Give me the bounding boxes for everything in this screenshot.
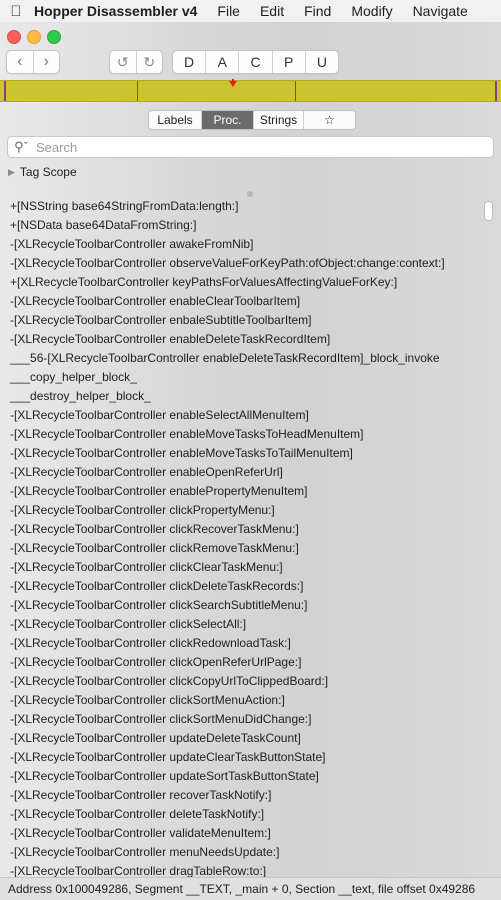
- tab-bookmarks[interactable]: ☆: [304, 111, 355, 129]
- procedure-list: +[NSString base64StringFromData:length:]…: [0, 197, 478, 877]
- close-window-button[interactable]: [7, 30, 21, 44]
- title-bar: ‹ › ↺ ↻ D A C P U: [0, 22, 501, 102]
- mode-code-button[interactable]: C: [239, 51, 273, 73]
- scrollbar-thumb[interactable]: [484, 201, 493, 221]
- procedure-list-item[interactable]: -[XLRecycleToolbarController enableDelet…: [0, 330, 478, 349]
- main-window: ‹ › ↺ ↻ D A C P U Labels Proc. Strings ☆: [0, 22, 501, 900]
- procedure-list-item[interactable]: ___destroy_helper_block_: [0, 387, 478, 406]
- forward-button[interactable]: ›: [34, 51, 60, 73]
- procedure-list-item[interactable]: +[NSString base64StringFromData:length:]: [0, 197, 478, 216]
- menu-bar:  Hopper Disassembler v4 File Edit Find …: [0, 0, 501, 23]
- undo-button[interactable]: ↺: [110, 51, 137, 73]
- sidebar-view-selector: Labels Proc. Strings ☆: [148, 110, 356, 130]
- redo-button[interactable]: ↻: [137, 51, 163, 73]
- procedure-list-item[interactable]: -[XLRecycleToolbarController clickSortMe…: [0, 710, 478, 729]
- mode-data-button[interactable]: D: [173, 51, 207, 73]
- procedure-list-item[interactable]: -[XLRecycleToolbarController menuNeedsUp…: [0, 843, 478, 862]
- procedure-list-item[interactable]: -[XLRecycleToolbarController enableSelec…: [0, 406, 478, 425]
- procedure-list-item[interactable]: +[XLRecycleToolbarController keyPathsFor…: [0, 273, 478, 292]
- minimize-window-button[interactable]: [27, 30, 41, 44]
- procedure-list-item[interactable]: -[XLRecycleToolbarController enableOpenR…: [0, 463, 478, 482]
- procedure-list-item[interactable]: -[XLRecycleToolbarController updateSortT…: [0, 767, 478, 786]
- procedure-list-item[interactable]: -[XLRecycleToolbarController deleteTaskN…: [0, 805, 478, 824]
- procedure-list-item[interactable]: -[XLRecycleToolbarController clickRemove…: [0, 539, 478, 558]
- zoom-window-button[interactable]: [47, 30, 61, 44]
- procedure-list-item[interactable]: -[XLRecycleToolbarController enableClear…: [0, 292, 478, 311]
- procedure-list-item[interactable]: -[XLRecycleToolbarController clickClearT…: [0, 558, 478, 577]
- apple-icon[interactable]: : [0, 3, 32, 20]
- procedure-list-item[interactable]: -[XLRecycleToolbarController clickOpenRe…: [0, 653, 478, 672]
- procedure-list-item[interactable]: -[XLRecycleToolbarController clickCopyUr…: [0, 672, 478, 691]
- procedure-list-item[interactable]: -[XLRecycleToolbarController validateMen…: [0, 824, 478, 843]
- strip-mark: [495, 81, 497, 101]
- undo-icon: ↺: [116, 53, 129, 70]
- procedure-list-item[interactable]: -[XLRecycleToolbarController clickSelect…: [0, 615, 478, 634]
- procedure-list-item[interactable]: ___copy_helper_block_: [0, 368, 478, 387]
- procedure-list-item[interactable]: -[XLRecycleToolbarController clickRecove…: [0, 520, 478, 539]
- navigation-buttons: ‹ ›: [6, 50, 60, 74]
- segment-navigation-strip[interactable]: [0, 79, 501, 102]
- strip-mark: [295, 81, 296, 101]
- procedure-list-item[interactable]: -[XLRecycleToolbarController observeValu…: [0, 254, 478, 273]
- procedure-list-item[interactable]: +[NSData base64DataFromString:]: [0, 216, 478, 235]
- strip-mark: [137, 81, 138, 101]
- mode-procedure-button[interactable]: P: [273, 51, 306, 73]
- disclosure-triangle-icon[interactable]: ▶: [8, 167, 15, 178]
- search-input[interactable]: [34, 138, 493, 156]
- display-mode-buttons: D A C P U: [172, 50, 339, 74]
- procedure-list-item[interactable]: -[XLRecycleToolbarController clickProper…: [0, 501, 478, 520]
- star-icon: ☆: [324, 113, 335, 127]
- search-field: ⚲ˇ: [7, 136, 494, 158]
- tab-strings[interactable]: Strings: [254, 111, 304, 129]
- procedure-list-item[interactable]: -[XLRecycleToolbarController awakeFromNi…: [0, 235, 478, 254]
- mode-ascii-button[interactable]: A: [206, 51, 240, 73]
- procedure-list-item[interactable]: -[XLRecycleToolbarController updateDelet…: [0, 729, 478, 748]
- chevron-right-icon: ›: [43, 53, 49, 70]
- procedure-list-item[interactable]: -[XLRecycleToolbarController enableMoveT…: [0, 425, 478, 444]
- undo-redo-buttons: ↺ ↻: [109, 50, 163, 74]
- menu-app-name[interactable]: Hopper Disassembler v4: [34, 3, 197, 19]
- procedure-list-item[interactable]: ___56-[XLRecycleToolbarController enable…: [0, 349, 478, 368]
- tab-labels[interactable]: Labels: [149, 111, 202, 129]
- procedure-list-item[interactable]: -[XLRecycleToolbarController enbaleSubti…: [0, 311, 478, 330]
- procedure-list-item[interactable]: -[XLRecycleToolbarController clickSortMe…: [0, 691, 478, 710]
- procedure-list-item[interactable]: -[XLRecycleToolbarController clickSearch…: [0, 596, 478, 615]
- tab-procedures[interactable]: Proc.: [202, 111, 254, 129]
- tag-scope-row[interactable]: ▶ Tag Scope: [8, 165, 77, 179]
- cursor-position-marker-icon: [229, 81, 237, 87]
- redo-icon: ↻: [143, 53, 156, 70]
- status-text: Address 0x100049286, Segment __TEXT, _ma…: [8, 882, 476, 896]
- procedure-list-item[interactable]: -[XLRecycleToolbarController enablePrope…: [0, 482, 478, 501]
- mode-undefined-button[interactable]: U: [306, 51, 338, 73]
- procedure-list-item[interactable]: -[XLRecycleToolbarController clickRedown…: [0, 634, 478, 653]
- chevron-left-icon: ‹: [17, 53, 23, 70]
- procedure-list-item[interactable]: -[XLRecycleToolbarController clickDelete…: [0, 577, 478, 596]
- tag-scope-label: Tag Scope: [19, 165, 77, 179]
- menu-find[interactable]: Find: [304, 3, 331, 19]
- procedure-list-item[interactable]: -[XLRecycleToolbarController dragTableRo…: [0, 862, 478, 877]
- procedure-list-item[interactable]: -[XLRecycleToolbarController updateClear…: [0, 748, 478, 767]
- status-bar: Address 0x100049286, Segment __TEXT, _ma…: [0, 877, 501, 900]
- search-icon[interactable]: ⚲ˇ: [8, 139, 34, 155]
- procedure-list-item[interactable]: -[XLRecycleToolbarController enableMoveT…: [0, 444, 478, 463]
- menu-file[interactable]: File: [217, 3, 240, 19]
- back-button[interactable]: ‹: [7, 51, 34, 73]
- strip-mark: [4, 81, 6, 101]
- procedure-list-scrollbar[interactable]: [481, 199, 493, 876]
- menu-edit[interactable]: Edit: [260, 3, 284, 19]
- menu-modify[interactable]: Modify: [351, 3, 392, 19]
- menu-navigate[interactable]: Navigate: [413, 3, 468, 19]
- procedure-list-item[interactable]: -[XLRecycleToolbarController recoverTask…: [0, 786, 478, 805]
